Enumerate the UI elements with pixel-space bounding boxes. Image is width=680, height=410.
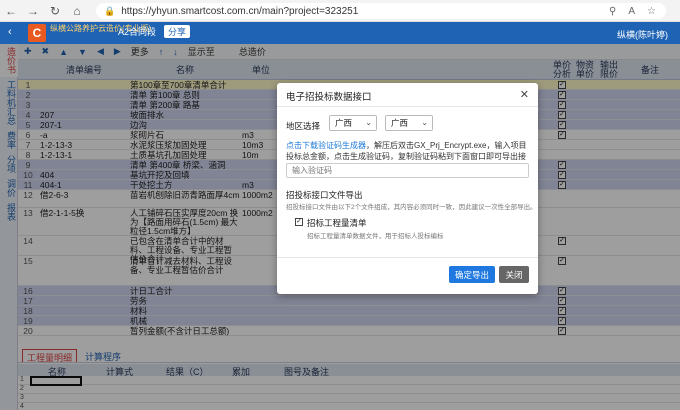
bill-of-quantities-note: 招标工程量清单数据文件，用于招标人投标编标 xyxy=(307,233,444,240)
export-section-note: 招投标接口文件由以下2个文件组成，其内容必须同时一致，因此建议一次性全部导出。 xyxy=(286,204,537,211)
bidding-data-dialog: 电子招投标数据接口 ✕ 地区选择 广西 ⌄ 广西 ⌄ 点击下载验证码生成器，解压… xyxy=(277,83,538,294)
close-icon[interactable]: ✕ xyxy=(520,88,529,101)
contract-item[interactable]: A2合同段 xyxy=(118,25,156,38)
back-arrow-icon[interactable]: ← xyxy=(0,0,22,22)
divider xyxy=(277,106,538,107)
zoom-icon[interactable]: ⚲ xyxy=(609,6,616,17)
region-select-city[interactable]: 广西 ⌄ xyxy=(385,115,433,131)
modal-overlay[interactable]: 电子招投标数据接口 ✕ 地区选择 广西 ⌄ 广西 ⌄ 点击下载验证码生成器，解压… xyxy=(0,44,680,410)
refresh-icon[interactable]: ↻ xyxy=(44,0,66,22)
favorite-star-icon[interactable]: ☆ xyxy=(647,6,656,17)
bill-of-quantities-label[interactable]: 招标工程量清单 xyxy=(307,217,367,229)
url-text: https://yhyun.smartcost.com.cn/main?proj… xyxy=(121,5,359,17)
user-name[interactable]: 纵横(陈叶婷) xyxy=(617,28,668,41)
share-button[interactable]: 分享 xyxy=(164,25,191,38)
divider xyxy=(277,257,538,258)
dialog-title: 电子招投标数据接口 xyxy=(286,92,372,103)
close-button[interactable]: 关闭 xyxy=(499,266,529,283)
verification-code-input[interactable] xyxy=(286,163,529,178)
app-header: ‹ C 纵横公路养护云造价(专业版) A2合同段 分享 纵横(陈叶婷) xyxy=(0,22,680,44)
bill-of-quantities-checkbox[interactable] xyxy=(295,218,303,226)
forward-arrow-icon[interactable]: → xyxy=(22,0,44,22)
region-select-province[interactable]: 广西 ⌄ xyxy=(329,115,377,131)
download-generator-link[interactable]: 点击下载验证码生成器 xyxy=(286,141,366,150)
region-label: 地区选择 xyxy=(286,121,321,131)
confirm-export-button[interactable]: 确定导出 xyxy=(449,266,495,283)
home-icon[interactable]: ⌂ xyxy=(66,0,88,22)
read-aloud-icon[interactable]: A xyxy=(628,6,635,17)
collapse-chevron-icon[interactable]: ‹ xyxy=(8,26,12,38)
address-bar[interactable]: 🔒 https://yhyun.smartcost.com.cn/main?pr… xyxy=(96,3,666,19)
export-section-title: 招投标接口文件导出 xyxy=(286,190,363,200)
app-logo: C xyxy=(28,24,46,42)
chevron-down-icon: ⌄ xyxy=(421,118,428,127)
chevron-down-icon: ⌄ xyxy=(365,118,372,127)
browser-toolbar: ← → ↻ ⌂ 🔒 https://yhyun.smartcost.com.cn… xyxy=(0,0,680,22)
lock-icon: 🔒 xyxy=(104,5,116,16)
